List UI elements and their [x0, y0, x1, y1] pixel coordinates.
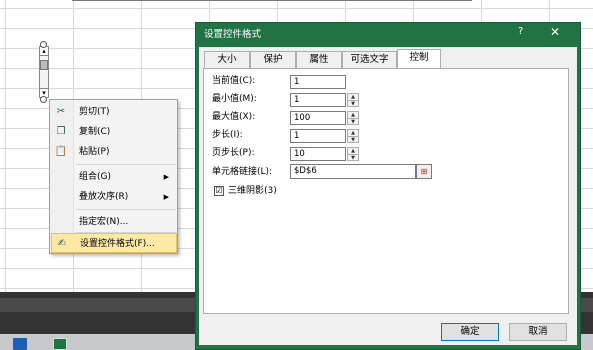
cell-link-label: 单元格链接(L):	[212, 167, 273, 177]
3d-shading-checkbox[interactable]: ☑	[214, 186, 224, 196]
max-value-spinner[interactable]: ▲ ▼	[347, 111, 359, 125]
format-control-icon: ✍	[57, 238, 67, 249]
scrollbar-thumb[interactable]	[40, 60, 48, 70]
menu-item-assign-macro[interactable]: 指定宏(N)...	[51, 212, 177, 232]
menu-item-group[interactable]: 组合(G) ▶	[51, 167, 177, 187]
word-app-icon[interactable]	[13, 338, 27, 350]
submenu-arrow-icon: ▶	[163, 173, 169, 181]
resize-handle-top[interactable]	[40, 41, 47, 48]
excel-app-icon[interactable]	[53, 338, 67, 350]
max-value-label: 最大值(X):	[212, 112, 256, 122]
menu-separator	[76, 164, 176, 165]
menu-item-order[interactable]: 叠放次序(R) ▶	[51, 187, 177, 207]
menu-separator	[76, 209, 176, 210]
step-input[interactable]: 1	[290, 129, 346, 143]
sheet-divider	[72, 0, 472, 3]
page-step-label: 页步长(P):	[212, 148, 255, 158]
tab-control[interactable]: 控制	[397, 49, 441, 69]
cancel-button[interactable]: 取消	[509, 323, 567, 341]
menu-item-label: 指定宏(N)...	[79, 217, 129, 227]
spin-down-icon[interactable]: ▼	[348, 136, 358, 143]
context-menu: ✂ 剪切(T) ❐ 复制(C) 📋 粘贴(P) 组合(G) ▶ 叠放次序(R) …	[49, 99, 178, 254]
menu-item-format-control[interactable]: ✍ 设置控件格式(F)...	[51, 233, 177, 253]
min-value-label: 最小值(M):	[212, 94, 257, 104]
scissors-icon: ✂	[56, 106, 66, 117]
max-value-input[interactable]: 100	[290, 111, 346, 125]
current-value-label: 当前值(C):	[212, 76, 256, 86]
menu-item-label: 剪切(T)	[79, 107, 110, 117]
spin-down-icon[interactable]: ▼	[348, 100, 358, 107]
menu-item-label: 复制(C)	[79, 127, 111, 137]
cell-link-input[interactable]: $D$6	[290, 164, 416, 179]
page-step-input[interactable]: 10	[290, 147, 346, 161]
close-icon[interactable]: ✕	[550, 25, 560, 39]
tab-properties[interactable]: 属性	[296, 51, 342, 69]
menu-item-label: 粘贴(P)	[79, 147, 110, 157]
current-value-input[interactable]: 1	[290, 75, 346, 89]
menu-item-label: 组合(G)	[79, 172, 111, 182]
ok-button[interactable]: 确定	[441, 323, 499, 341]
help-icon[interactable]: ?	[518, 26, 523, 37]
step-spinner[interactable]: ▲ ▼	[347, 129, 359, 143]
menu-item-label: 叠放次序(R)	[79, 192, 129, 202]
copy-icon: ❐	[56, 126, 66, 137]
dialog-body: 大小 保护 属性 可选文字 控制 当前值(C): 1 最小值(M): 1 ▲ ▼ …	[199, 47, 577, 345]
tab-protection[interactable]: 保护	[250, 51, 296, 69]
min-value-spinner[interactable]: ▲ ▼	[347, 93, 359, 107]
3d-shading-label: 三维阴影(3)	[228, 186, 277, 196]
menu-item-paste[interactable]: 📋 粘贴(P)	[51, 142, 177, 162]
page-step-spinner[interactable]: ▲ ▼	[347, 147, 359, 161]
min-value-input[interactable]: 1	[290, 93, 346, 107]
menu-item-copy[interactable]: ❐ 复制(C)	[51, 122, 177, 142]
tab-alt-text[interactable]: 可选文字	[342, 51, 397, 69]
menu-item-label: 设置控件格式(F)...	[80, 239, 155, 249]
spin-down-icon[interactable]: ▼	[348, 118, 358, 125]
range-select-icon[interactable]: ⊞	[416, 164, 432, 179]
submenu-arrow-icon: ▶	[163, 193, 169, 201]
resize-handle-bottom[interactable]	[40, 96, 47, 103]
step-label: 步长(I):	[212, 130, 243, 140]
scrollbar-form-control[interactable]: ▴ ▾	[36, 41, 52, 103]
tab-size[interactable]: 大小	[204, 51, 250, 69]
format-control-dialog: 设置控件格式 ? ✕ 大小 保护 属性 可选文字 控制 当前值(C): 1 最小…	[195, 22, 581, 350]
control-tab-panel: 当前值(C): 1 最小值(M): 1 ▲ ▼ 最大值(X): 100 ▲ ▼ 步长…	[203, 68, 569, 314]
menu-item-cut[interactable]: ✂ 剪切(T)	[51, 102, 177, 122]
paste-icon: 📋	[54, 146, 68, 157]
dialog-title: 设置控件格式	[204, 29, 262, 40]
spin-down-icon[interactable]: ▼	[348, 154, 358, 161]
